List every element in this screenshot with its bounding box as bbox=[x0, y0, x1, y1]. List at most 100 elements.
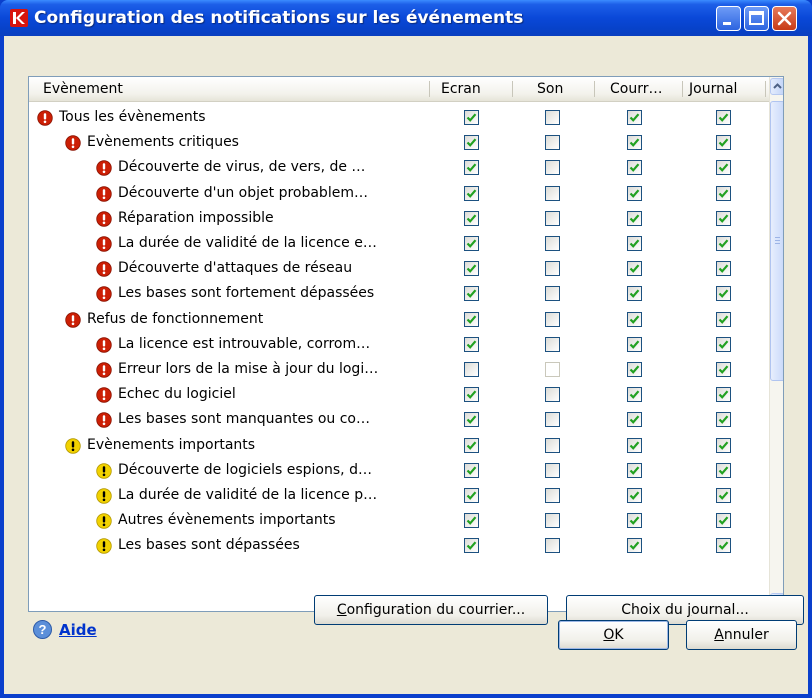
checkbox-mail[interactable] bbox=[627, 311, 642, 327]
title-bar[interactable]: Configuration des notifications sur les … bbox=[0, 0, 812, 36]
column-header-sound[interactable]: Son bbox=[537, 77, 597, 101]
checkbox-mail[interactable] bbox=[627, 185, 642, 201]
checkbox-sound[interactable] bbox=[545, 236, 560, 251]
checkbox-sound[interactable] bbox=[545, 462, 560, 478]
checkbox-screen[interactable] bbox=[464, 286, 479, 302]
checkbox-journal[interactable] bbox=[716, 286, 731, 302]
checkbox-journal[interactable] bbox=[716, 261, 731, 277]
table-row[interactable]: Les bases sont manquantes ou co… bbox=[29, 408, 769, 433]
scroll-thumb[interactable] bbox=[770, 101, 783, 381]
checkbox-journal[interactable] bbox=[716, 462, 731, 478]
table-row[interactable]: La durée de validité de la licence p… bbox=[29, 484, 769, 509]
checkbox-mail[interactable] bbox=[627, 412, 642, 428]
table-row[interactable]: Echec du logiciel bbox=[29, 383, 769, 408]
checkbox-journal[interactable] bbox=[716, 387, 731, 403]
table-row[interactable]: Autres évènements importants bbox=[29, 509, 769, 534]
scroll-up-button[interactable] bbox=[770, 78, 783, 95]
checkbox-screen[interactable] bbox=[464, 513, 479, 529]
table-row[interactable]: La licence est introuvable, corrom… bbox=[29, 333, 769, 358]
checkbox-mail[interactable] bbox=[627, 135, 642, 151]
checkbox-screen[interactable] bbox=[464, 311, 479, 327]
checkbox-sound[interactable] bbox=[545, 387, 560, 403]
checkbox-screen[interactable] bbox=[464, 462, 479, 478]
column-header-mail[interactable]: Courr… bbox=[610, 77, 684, 101]
checkbox-mail[interactable] bbox=[627, 513, 642, 529]
checkbox-sound[interactable] bbox=[545, 185, 560, 201]
checkbox-journal[interactable] bbox=[716, 538, 731, 554]
table-row[interactable]: Les bases sont fortement dépassées bbox=[29, 282, 769, 307]
checkbox-sound[interactable] bbox=[545, 160, 560, 176]
checkbox-journal[interactable] bbox=[716, 236, 731, 251]
checkbox-mail[interactable] bbox=[627, 160, 642, 176]
vertical-scrollbar[interactable] bbox=[769, 77, 783, 611]
checkbox-sound[interactable] bbox=[545, 336, 560, 352]
checkbox-journal[interactable] bbox=[716, 160, 731, 176]
checkbox-mail[interactable] bbox=[627, 236, 642, 251]
checkbox-journal[interactable] bbox=[716, 412, 731, 428]
cancel-button[interactable]: Annuler bbox=[686, 620, 797, 650]
table-row[interactable]: Découverte d'attaques de réseau bbox=[29, 257, 769, 282]
checkbox-screen[interactable] bbox=[464, 488, 479, 503]
table-row[interactable]: Découverte de virus, de vers, de … bbox=[29, 156, 769, 181]
checkbox-screen[interactable] bbox=[464, 110, 479, 125]
table-row[interactable]: Réparation impossible bbox=[29, 207, 769, 232]
checkbox-journal[interactable] bbox=[716, 437, 731, 453]
help-icon[interactable]: ? bbox=[33, 620, 52, 639]
checkbox-journal[interactable] bbox=[716, 110, 731, 125]
table-row[interactable]: Découverte de logiciels espions, d… bbox=[29, 459, 769, 484]
checkbox-mail[interactable] bbox=[627, 387, 642, 403]
checkbox-mail[interactable] bbox=[627, 538, 642, 554]
checkbox-screen[interactable] bbox=[464, 210, 479, 226]
checkbox-sound[interactable] bbox=[545, 286, 560, 302]
close-button[interactable] bbox=[772, 6, 797, 31]
checkbox-mail[interactable] bbox=[627, 488, 642, 503]
checkbox-sound[interactable] bbox=[545, 311, 560, 327]
checkbox-journal[interactable] bbox=[716, 513, 731, 529]
checkbox-sound[interactable] bbox=[545, 513, 560, 529]
table-row[interactable]: Tous les évènements bbox=[29, 106, 769, 131]
table-row[interactable]: Evènements importants bbox=[29, 434, 769, 459]
column-header-screen[interactable]: Ecran bbox=[441, 77, 511, 101]
checkbox-sound[interactable] bbox=[545, 437, 560, 453]
checkbox-mail[interactable] bbox=[627, 261, 642, 277]
checkbox-journal[interactable] bbox=[716, 210, 731, 226]
checkbox-journal[interactable] bbox=[716, 311, 731, 327]
table-row[interactable]: Les bases sont dépassées bbox=[29, 534, 769, 559]
checkbox-screen[interactable] bbox=[464, 412, 479, 428]
checkbox-sound[interactable] bbox=[545, 110, 560, 125]
column-header-event[interactable]: Evènement bbox=[43, 77, 123, 101]
checkbox-mail[interactable] bbox=[627, 110, 642, 125]
checkbox-screen[interactable] bbox=[464, 160, 479, 176]
checkbox-journal[interactable] bbox=[716, 362, 731, 377]
checkbox-sound[interactable] bbox=[545, 261, 560, 277]
checkbox-journal[interactable] bbox=[716, 135, 731, 151]
minimize-button[interactable] bbox=[716, 6, 741, 31]
checkbox-mail[interactable] bbox=[627, 437, 642, 453]
checkbox-mail[interactable] bbox=[627, 286, 642, 302]
checkbox-sound[interactable] bbox=[545, 412, 560, 428]
checkbox-journal[interactable] bbox=[716, 336, 731, 352]
checkbox-mail[interactable] bbox=[627, 336, 642, 352]
maximize-button[interactable] bbox=[744, 6, 769, 31]
ok-button[interactable]: OK bbox=[558, 620, 669, 650]
checkbox-sound[interactable] bbox=[545, 210, 560, 226]
checkbox-screen[interactable] bbox=[464, 261, 479, 277]
checkbox-sound[interactable] bbox=[545, 538, 560, 554]
checkbox-screen[interactable] bbox=[464, 437, 479, 453]
table-row[interactable]: Refus de fonctionnement bbox=[29, 308, 769, 333]
checkbox-screen[interactable] bbox=[464, 135, 479, 151]
checkbox-sound[interactable] bbox=[545, 488, 560, 503]
checkbox-mail[interactable] bbox=[627, 362, 642, 377]
table-row[interactable]: Découverte d'un objet probablem… bbox=[29, 182, 769, 207]
checkbox-screen[interactable] bbox=[464, 538, 479, 554]
checkbox-journal[interactable] bbox=[716, 488, 731, 503]
checkbox-sound[interactable] bbox=[545, 135, 560, 151]
checkbox-screen[interactable] bbox=[464, 236, 479, 251]
help-link[interactable]: Aide bbox=[59, 621, 97, 639]
checkbox-screen[interactable] bbox=[464, 387, 479, 403]
checkbox-screen[interactable] bbox=[464, 362, 479, 377]
table-row[interactable]: La durée de validité de la licence e… bbox=[29, 232, 769, 257]
checkbox-screen[interactable] bbox=[464, 336, 479, 352]
mail-config-button[interactable]: Configuration du courrier... bbox=[314, 595, 548, 625]
table-row[interactable]: Evènements critiques bbox=[29, 131, 769, 156]
